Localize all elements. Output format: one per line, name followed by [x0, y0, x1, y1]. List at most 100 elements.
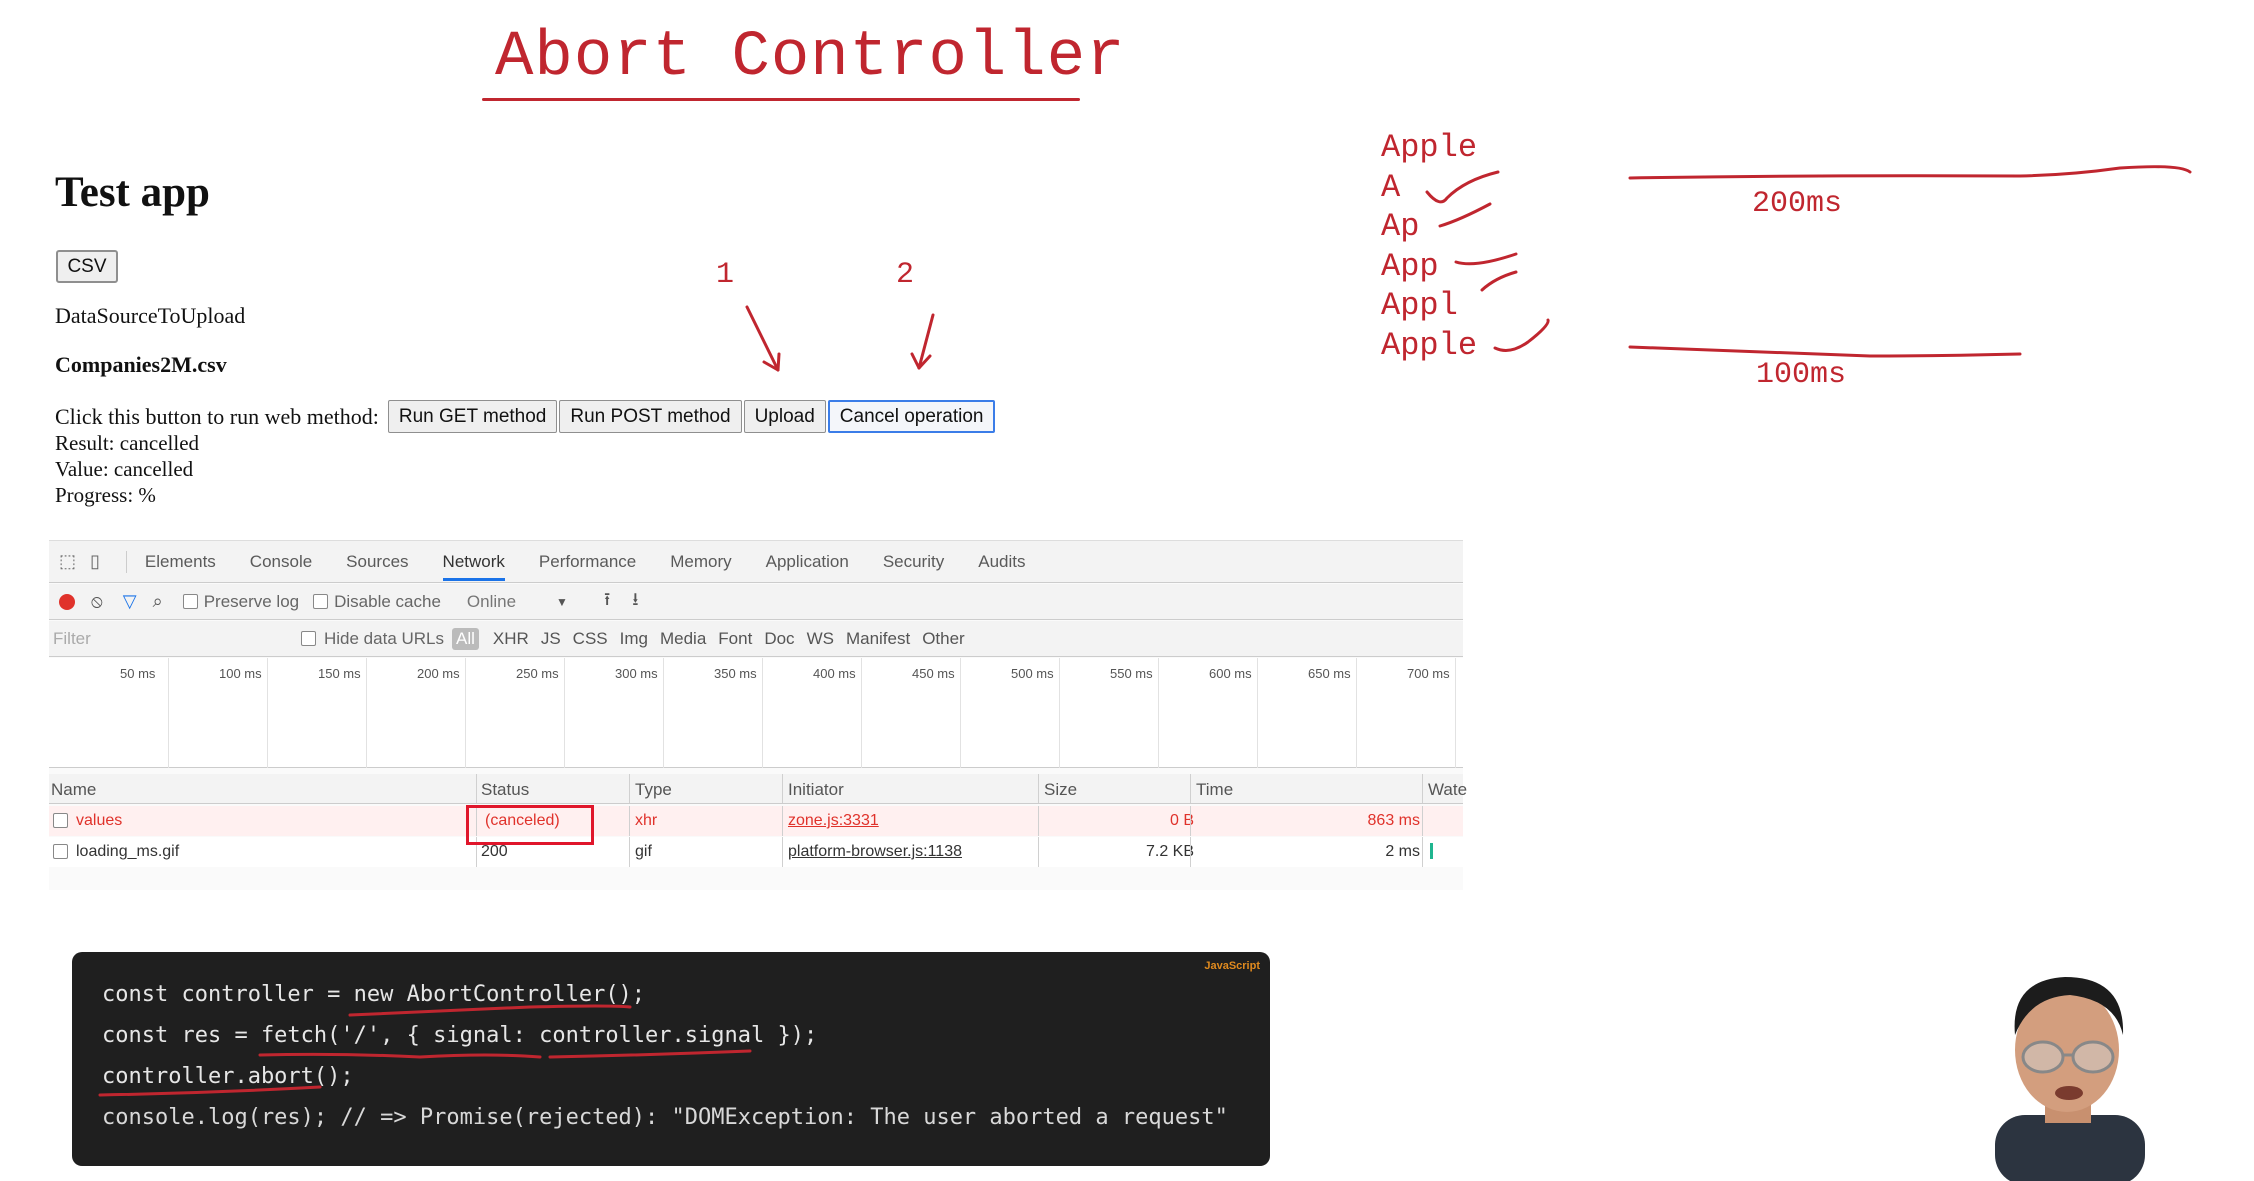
clear-icon[interactable]: ⦸: [91, 591, 103, 612]
tab-network[interactable]: Network: [442, 552, 505, 581]
filter-type-img[interactable]: Img: [620, 629, 648, 649]
request-initiator[interactable]: zone.js:3331: [788, 812, 879, 830]
timeline-gridline: [465, 658, 466, 768]
app-heading: Test app: [55, 169, 210, 216]
col-status[interactable]: Status: [481, 780, 529, 800]
col-size[interactable]: Size: [1044, 780, 1077, 800]
presenter-avatar: [1995, 977, 2145, 1181]
device-toggle-icon[interactable]: ▯: [90, 551, 100, 572]
row-checkbox[interactable]: [53, 813, 68, 829]
filter-input[interactable]: Filter: [53, 629, 293, 649]
request-size: 7.2 KB: [1145, 843, 1194, 860]
table-row[interactable]: values (canceled) xhr zone.js:3331 0 B 8…: [49, 806, 1463, 836]
timeline-gridline: [762, 658, 763, 768]
run-method-label: Click this button to run web method:: [55, 403, 379, 429]
datasource-label: DataSourceToUpload: [55, 303, 246, 328]
result-text: Result: cancelled: [55, 431, 200, 455]
devtools-tabbar: ⬚ ▯ Elements Console Sources Network Per…: [49, 541, 1463, 583]
timeline-tick-label: 300 ms: [615, 666, 658, 681]
network-filter-bar: Filter Hide data URLs All XHR JS CSS Img…: [49, 621, 1463, 657]
tab-audits[interactable]: Audits: [978, 552, 1025, 572]
network-timeline-overview[interactable]: 50 ms 100 ms 150 ms 200 ms 250 ms 300 ms 350 m…: [49, 658, 1463, 768]
import-icon[interactable]: ⭱: [604, 587, 610, 617]
timeline-gridline: [1257, 658, 1258, 768]
filter-type-media[interactable]: Media: [660, 629, 706, 649]
language-badge: JavaScript: [1204, 960, 1260, 972]
search-icon[interactable]: ⌕: [153, 591, 163, 612]
col-name[interactable]: Name: [51, 780, 96, 800]
run-method-row: Click this button to run web method: Run…: [55, 400, 997, 433]
preserve-log-label: Preserve log: [203, 591, 300, 611]
request-name[interactable]: values: [76, 812, 122, 830]
file-name: Companies2M.csv: [55, 352, 227, 377]
inspect-icon[interactable]: ⬚: [59, 551, 76, 572]
filter-type-css[interactable]: CSS: [573, 629, 608, 649]
throttle-select[interactable]: Online: [467, 592, 516, 612]
value-text: Value: cancelled: [55, 457, 194, 481]
disable-cache-label: Disable cache: [334, 591, 441, 611]
run-get-button[interactable]: Run GET method: [387, 400, 558, 433]
timeline-tick-label: 200 ms: [417, 666, 460, 681]
timeline-tick-label: 350 ms: [714, 666, 757, 681]
progress-text: Progress: %: [55, 483, 156, 507]
tab-performance[interactable]: Performance: [539, 552, 636, 572]
hide-data-urls-label: Hide data URLs: [324, 628, 445, 648]
preserve-log-checkbox[interactable]: [182, 594, 198, 609]
tab-memory[interactable]: Memory: [670, 552, 731, 572]
marker-2: 2: [896, 258, 915, 292]
tab-console[interactable]: Console: [250, 552, 312, 572]
slide-title: Abort Controller: [495, 22, 1126, 94]
filter-type-all[interactable]: All: [452, 627, 479, 650]
request-initiator[interactable]: platform-browser.js:1138: [788, 843, 962, 861]
table-row[interactable]: loading_ms.gif 200 gif platform-browser.…: [49, 837, 1463, 867]
timeline-tick-label: 100 ms: [219, 666, 262, 681]
tab-sources[interactable]: Sources: [346, 552, 408, 572]
timeline-gridline: [663, 658, 664, 768]
request-type: xhr: [635, 812, 658, 829]
timeline-tick-label: 550 ms: [1110, 666, 1153, 681]
col-time[interactable]: Time: [1196, 780, 1233, 800]
timeline-tick-label: 400 ms: [813, 666, 856, 681]
filter-type-other[interactable]: Other: [922, 629, 965, 649]
marker-1: 1: [716, 258, 735, 292]
export-icon[interactable]: ⭳: [632, 587, 638, 617]
title-underline: [482, 98, 1080, 101]
chevron-down-icon[interactable]: ▼: [556, 595, 568, 609]
request-name[interactable]: loading_ms.gif: [76, 843, 179, 861]
timeline-gridline: [861, 658, 862, 768]
filter-type-xhr[interactable]: XHR: [493, 629, 529, 649]
filter-type-doc[interactable]: Doc: [764, 629, 794, 649]
upload-button[interactable]: Upload: [743, 400, 826, 433]
filter-type-manifest[interactable]: Manifest: [846, 629, 910, 649]
run-post-button[interactable]: Run POST method: [559, 400, 742, 433]
timeline-gridline: [960, 658, 961, 768]
timeline-gridline: [267, 658, 268, 768]
request-type: gif: [635, 843, 652, 860]
hide-data-urls-checkbox[interactable]: [301, 631, 316, 646]
tab-application[interactable]: Application: [766, 552, 849, 572]
filter-icon[interactable]: ▽: [123, 591, 137, 612]
filter-type-ws[interactable]: WS: [807, 629, 834, 649]
timeline-gridline: [366, 658, 367, 768]
tab-security[interactable]: Security: [883, 552, 944, 572]
timeline-gridline: [1356, 658, 1357, 768]
filter-type-font[interactable]: Font: [718, 629, 752, 649]
col-waterfall[interactable]: Wate: [1428, 780, 1467, 800]
network-toolbar: ⦸ ▽ ⌕ Preserve log Disable cache Online …: [49, 584, 1463, 620]
col-initiator[interactable]: Initiator: [788, 780, 844, 800]
row-checkbox[interactable]: [53, 844, 68, 860]
timeline-gridline: [564, 658, 565, 768]
time-100ms: 100ms: [1756, 358, 1847, 392]
timeline-tick-label: 250 ms: [516, 666, 559, 681]
highlight-box: [466, 805, 594, 845]
filter-type-js[interactable]: JS: [541, 629, 561, 649]
tab-elements[interactable]: Elements: [145, 552, 216, 572]
time-200ms: 200ms: [1752, 187, 1843, 221]
csv-button[interactable]: CSV: [56, 250, 118, 283]
record-icon[interactable]: [59, 593, 75, 610]
timeline-gridline: [1455, 658, 1456, 768]
disable-cache-checkbox[interactable]: [313, 594, 329, 609]
request-time: 863 ms: [1367, 812, 1420, 829]
col-type[interactable]: Type: [635, 780, 672, 800]
cancel-operation-button[interactable]: Cancel operation: [827, 400, 996, 433]
